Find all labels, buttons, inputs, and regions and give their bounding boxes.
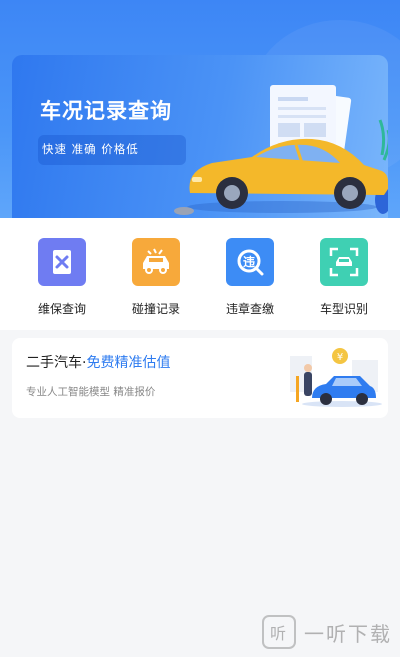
svg-text:违: 违 xyxy=(243,254,255,269)
crash-car-icon xyxy=(132,238,180,286)
watermark: 听 一听下载 xyxy=(262,615,392,649)
feature-violation[interactable]: 违 违章查缴 xyxy=(215,238,285,317)
valuation-title-prefix: 二手汽车· xyxy=(26,355,87,371)
valuation-title-accent: 免费精准估值 xyxy=(86,355,171,371)
valuation-title: 二手汽车·免费精准估值 xyxy=(26,352,170,372)
valuation-card[interactable]: 二手汽车·免费精准估值 专业人工智能模型 精准报价 ¥ xyxy=(12,338,388,418)
feature-maintenance[interactable]: 维保查询 xyxy=(27,238,97,317)
feature-label: 碰撞记录 xyxy=(131,302,180,316)
feature-label: 维保查询 xyxy=(37,302,86,316)
car-report-illustration xyxy=(174,85,388,215)
feature-label: 违章查缴 xyxy=(225,302,274,316)
feature-label: 车型识别 xyxy=(319,302,368,316)
banner-title: 车况记录查询 xyxy=(40,99,172,123)
watermark-text: 一听下载 xyxy=(304,621,392,646)
feature-car-recognition[interactable]: 车型识别 xyxy=(309,238,379,317)
svg-text:¥: ¥ xyxy=(337,352,343,363)
feature-crash-record[interactable]: 碰撞记录 xyxy=(121,238,191,317)
valuation-subtitle: 专业人工智能模型 精准报价 xyxy=(26,386,156,398)
valuation-illustration: ¥ xyxy=(290,348,382,407)
car-scan-icon xyxy=(320,238,368,286)
violation-search-icon: 违 xyxy=(226,238,274,286)
banner-tags: 快速 准确 价格低 xyxy=(42,142,139,156)
watermark-logo: 听 xyxy=(262,615,296,649)
car-history-banner[interactable]: 车况记录查询 快速 准确 价格低 xyxy=(12,55,388,218)
feature-grid: 维保查询 碰撞记录 违 违章查缴 车型识别 xyxy=(0,218,400,330)
maintenance-doc-icon xyxy=(38,238,86,286)
